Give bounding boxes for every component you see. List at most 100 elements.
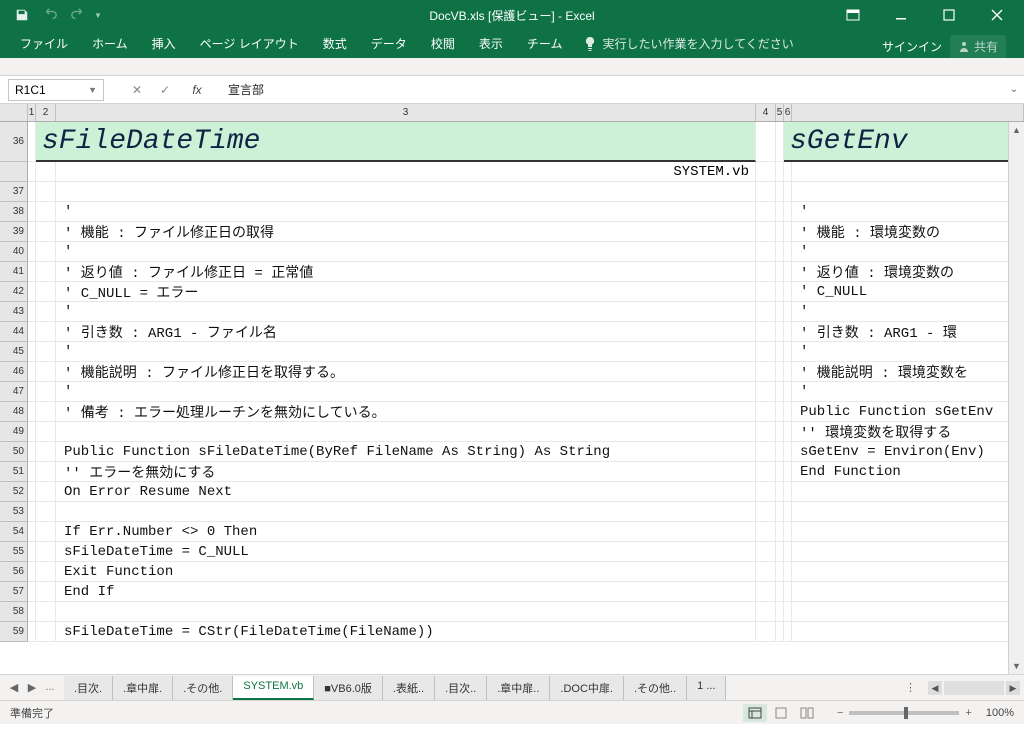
cell[interactable] xyxy=(756,562,776,582)
zoom-thumb[interactable] xyxy=(904,707,908,719)
page-break-view-icon[interactable] xyxy=(795,704,819,722)
tabs-more-icon[interactable]: ⋮ xyxy=(897,681,924,694)
ribbon-display-icon[interactable] xyxy=(830,1,876,29)
cell[interactable] xyxy=(776,242,784,262)
code-cell[interactable] xyxy=(56,422,756,442)
code-cell[interactable]: ' 返り値 : 環境変数の xyxy=(792,262,1024,282)
function-title[interactable]: sGetEnv xyxy=(784,122,1024,162)
scroll-down-icon[interactable]: ▼ xyxy=(1009,658,1024,674)
row-header[interactable]: 51 xyxy=(0,462,28,482)
cell[interactable] xyxy=(28,442,36,462)
scroll-track[interactable] xyxy=(944,681,1004,695)
filename-label[interactable]: SYSTEM.vb xyxy=(56,162,756,182)
cell[interactable] xyxy=(776,482,784,502)
cell[interactable] xyxy=(756,442,776,462)
cell[interactable] xyxy=(776,362,784,382)
cell[interactable] xyxy=(28,362,36,382)
sheet-tab[interactable]: .章中扉.. xyxy=(487,676,550,700)
vertical-scrollbar[interactable]: ▲ ▼ xyxy=(1008,122,1024,674)
cell[interactable] xyxy=(776,462,784,482)
code-cell[interactable] xyxy=(792,542,1024,562)
code-cell[interactable]: ' 機能説明 : 環境変数を xyxy=(792,362,1024,382)
cell[interactable] xyxy=(776,282,784,302)
cell[interactable] xyxy=(776,322,784,342)
cell[interactable] xyxy=(784,282,792,302)
cell[interactable] xyxy=(776,162,784,182)
cell[interactable] xyxy=(756,262,776,282)
sheet-tab[interactable]: .目次. xyxy=(64,676,113,700)
row-header[interactable]: 38 xyxy=(0,202,28,222)
cell[interactable] xyxy=(784,342,792,362)
cell[interactable] xyxy=(36,362,56,382)
cell[interactable] xyxy=(776,342,784,362)
cell[interactable] xyxy=(36,502,56,522)
cell[interactable] xyxy=(776,422,784,442)
cell[interactable] xyxy=(776,502,784,522)
cell[interactable] xyxy=(36,282,56,302)
cell[interactable] xyxy=(756,522,776,542)
code-cell[interactable]: End Function xyxy=(792,462,1024,482)
enter-icon[interactable]: ✓ xyxy=(152,79,178,101)
cell[interactable] xyxy=(784,362,792,382)
cancel-icon[interactable]: ✕ xyxy=(124,79,150,101)
save-icon[interactable] xyxy=(10,3,34,27)
formula-input[interactable]: 宣言部 xyxy=(222,81,1004,98)
code-cell[interactable] xyxy=(792,602,1024,622)
cell[interactable] xyxy=(28,602,36,622)
cell[interactable] xyxy=(776,382,784,402)
expand-formula-bar-icon[interactable]: ⌄ xyxy=(1004,84,1024,95)
cell[interactable] xyxy=(36,402,56,422)
cell[interactable] xyxy=(784,522,792,542)
cell[interactable] xyxy=(36,262,56,282)
cell[interactable] xyxy=(756,202,776,222)
row-header[interactable]: 52 xyxy=(0,482,28,502)
cell[interactable] xyxy=(36,462,56,482)
tab-nav-prev-icon[interactable]: ◀ xyxy=(6,681,22,694)
cell[interactable] xyxy=(776,182,784,202)
cell[interactable] xyxy=(756,382,776,402)
cell[interactable] xyxy=(756,362,776,382)
code-cell[interactable]: Public Function sFileDateTime(ByRef File… xyxy=(56,442,756,462)
cell[interactable] xyxy=(36,602,56,622)
name-box[interactable]: R1C1 ▼ xyxy=(8,79,104,101)
redo-icon[interactable] xyxy=(66,3,90,27)
code-cell[interactable]: Exit Function xyxy=(56,562,756,582)
close-icon[interactable] xyxy=(974,1,1020,29)
horizontal-scrollbar[interactable]: ◀ ▶ xyxy=(924,681,1024,695)
sheet-tab[interactable]: .DOC中扉. xyxy=(550,676,624,700)
col-header[interactable]: 3 xyxy=(56,104,756,121)
cell[interactable] xyxy=(28,222,36,242)
cell[interactable] xyxy=(784,602,792,622)
code-cell[interactable]: If Err.Number <> 0 Then xyxy=(56,522,756,542)
col-header[interactable]: 1 xyxy=(28,104,36,121)
cell[interactable] xyxy=(28,542,36,562)
code-cell[interactable]: ' 機能 : ファイル修正日の取得 xyxy=(56,222,756,242)
undo-icon[interactable] xyxy=(38,3,62,27)
qat-dropdown-icon[interactable]: ▼ xyxy=(94,11,104,20)
sheet-tab[interactable]: .章中扉. xyxy=(113,676,173,700)
row-header[interactable]: 48 xyxy=(0,402,28,422)
row-header[interactable]: 37 xyxy=(0,182,28,202)
cell[interactable] xyxy=(28,122,36,162)
minimize-icon[interactable] xyxy=(878,1,924,29)
cell[interactable] xyxy=(756,162,776,182)
row-header[interactable]: 53 xyxy=(0,502,28,522)
code-cell[interactable] xyxy=(792,582,1024,602)
code-cell[interactable]: On Error Resume Next xyxy=(56,482,756,502)
function-title[interactable]: sFileDateTime xyxy=(36,122,756,162)
share-button[interactable]: 共有 xyxy=(950,35,1006,58)
row-header[interactable]: 44 xyxy=(0,322,28,342)
cell[interactable] xyxy=(776,602,784,622)
row-header[interactable] xyxy=(0,162,28,182)
col-header[interactable]: 5 xyxy=(776,104,784,121)
cell[interactable] xyxy=(36,202,56,222)
scroll-up-icon[interactable]: ▲ xyxy=(1009,122,1024,138)
scroll-left-icon[interactable]: ◀ xyxy=(928,681,942,695)
cell[interactable] xyxy=(756,582,776,602)
grid-rows[interactable]: 36sFileDateTimesGetEnvSYSTEM.vb3738''39'… xyxy=(0,122,1024,642)
cell[interactable] xyxy=(776,122,784,162)
col-header[interactable]: 2 xyxy=(36,104,56,121)
tab-insert[interactable]: 挿入 xyxy=(140,29,188,58)
code-cell[interactable]: ' 引き数 : ARG1 - ファイル名 xyxy=(56,322,756,342)
tab-team[interactable]: チーム xyxy=(515,29,575,58)
